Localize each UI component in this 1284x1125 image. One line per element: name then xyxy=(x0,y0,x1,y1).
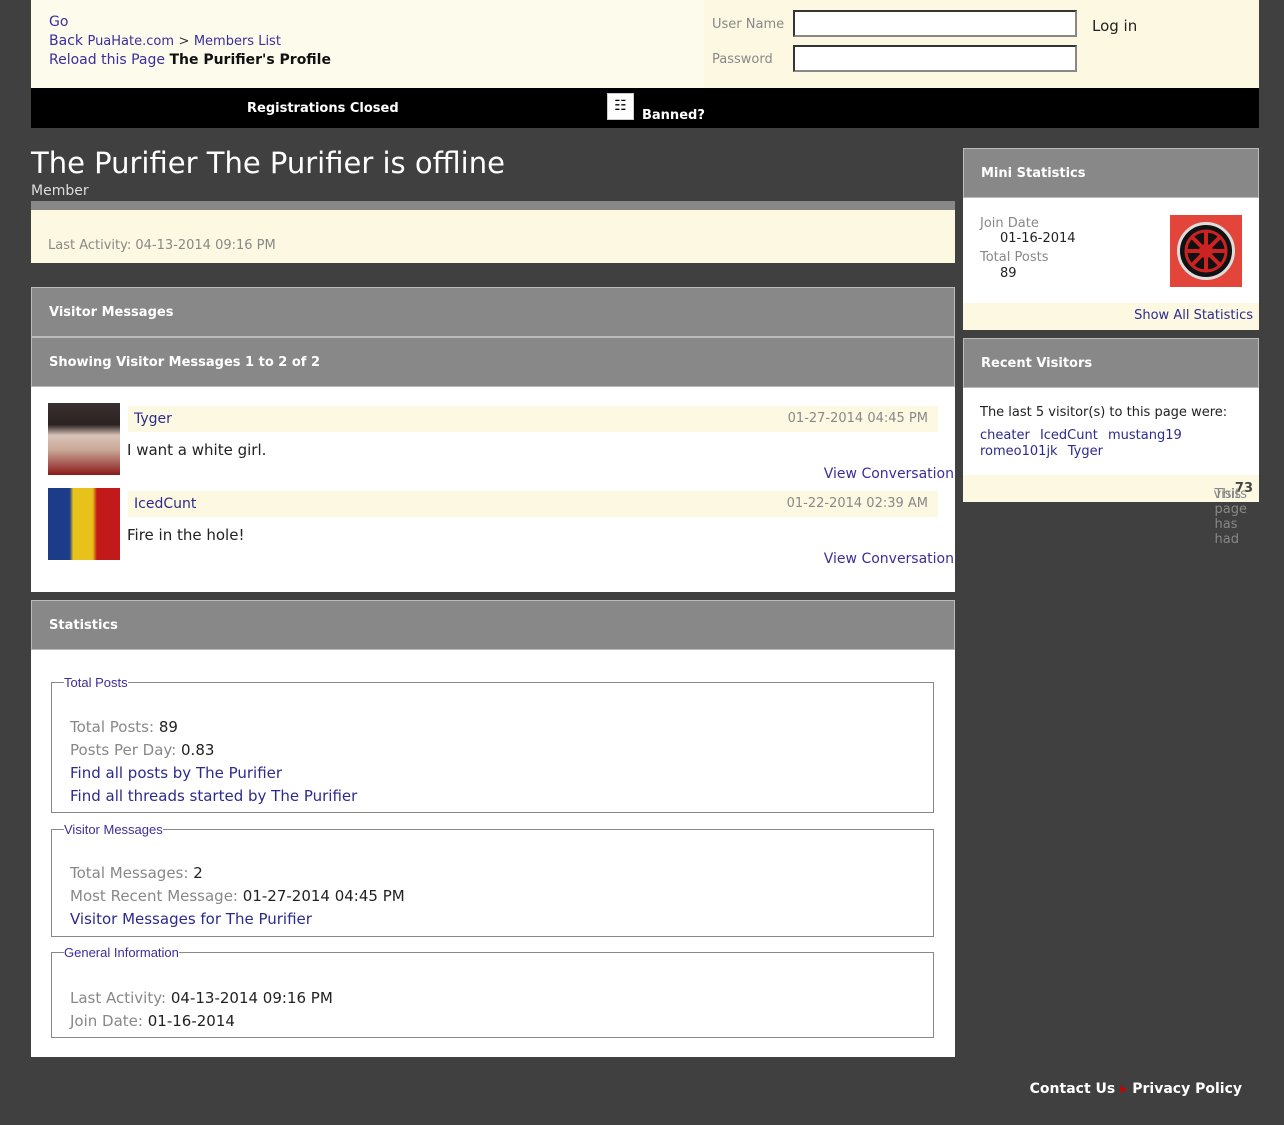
visitor-link[interactable]: cheater xyxy=(980,428,1030,443)
stat-value: 01-27-2014 04:45 PM xyxy=(242,887,405,905)
stat-label: Join Date: xyxy=(70,1012,143,1030)
stat-label: Total Posts: xyxy=(70,718,155,736)
footer: Contact Us ▸ Privacy Policy xyxy=(1030,1081,1242,1097)
find-posts-link[interactable]: Find all posts by The Purifier xyxy=(70,764,282,782)
view-conversation-link[interactable]: View Conversation xyxy=(824,551,954,567)
find-threads-link[interactable]: Find all threads started by The Purifier xyxy=(70,787,357,805)
message-date: 01-27-2014 04:45 PM xyxy=(787,411,928,426)
view-conversation-link[interactable]: View Conversation xyxy=(824,466,954,482)
statistics-title: Statistics xyxy=(31,600,955,650)
ban-icon[interactable]: ☷ xyxy=(607,93,634,120)
message-author[interactable]: Tyger xyxy=(134,411,172,427)
general-info-group: General Information Last Activity: 04-13… xyxy=(51,945,934,1038)
join-date-label: Join Date xyxy=(980,216,1039,231)
visitor-messages-group: Visitor Messages Total Messages: 2 Most … xyxy=(51,822,934,937)
visitor-messages-legend: Visitor Messages xyxy=(64,822,163,837)
total-posts-legend: Total Posts xyxy=(64,675,128,690)
total-posts-group: Total Posts Total Posts: 89 Posts Per Da… xyxy=(51,675,934,813)
visitor-link[interactable]: romeo101jk xyxy=(980,444,1058,459)
show-all-statistics-link[interactable]: Show All Statistics xyxy=(1134,308,1253,323)
login-button[interactable]: Log in xyxy=(1092,17,1137,35)
crumb-separator: > xyxy=(178,34,190,49)
go-link[interactable]: Go xyxy=(49,14,68,30)
recent-visitors-intro: The last 5 visitor(s) to this page were: xyxy=(980,405,1228,420)
mini-statistics-panel: Mini Statistics Join Date 01-16-2014 Tot… xyxy=(963,148,1259,330)
crumb-members[interactable]: Members List xyxy=(194,34,281,49)
banned-link[interactable]: Banned? xyxy=(642,108,705,123)
profile-rank: Member xyxy=(31,183,89,199)
stat-value: 2 xyxy=(193,864,203,882)
visitor-messages-count: Showing Visitor Messages 1 to 2 of 2 xyxy=(31,337,955,387)
username-input[interactable] xyxy=(793,10,1077,37)
login-form: User Name Password Log in xyxy=(704,0,1259,88)
recent-visitors-title: Recent Visitors xyxy=(963,338,1259,388)
password-label: Password xyxy=(712,52,773,67)
mini-statistics-footer: Show All Statistics xyxy=(963,303,1259,330)
privacy-policy-link[interactable]: Privacy Policy xyxy=(1132,1081,1242,1097)
recent-visitors-panel: Recent Visitors The last 5 visitor(s) to… xyxy=(963,338,1259,547)
visitor-messages-panel: Visitor Messages Showing Visitor Message… xyxy=(31,287,955,592)
message-meta: IcedCunt 01-22-2014 02:39 AM xyxy=(128,491,938,517)
stat-label: Posts Per Day: xyxy=(70,741,177,759)
activity-bar: Last Activity: 04-13-2014 09:16 PM xyxy=(31,201,955,263)
visit-counter: This page has had 73 visits xyxy=(963,475,1259,547)
last-activity: Last Activity: 04-13-2014 09:16 PM xyxy=(48,238,276,253)
avatar[interactable] xyxy=(48,403,120,475)
profile-name: The Purifier The Purifier is offline xyxy=(31,146,505,180)
page-title: The Purifier's Profile xyxy=(169,52,331,68)
crumb-site[interactable]: PuaHate.com xyxy=(87,34,174,49)
stat-label: Last Activity: xyxy=(70,989,167,1007)
recent-visitors-list: cheater IcedCunt mustang19 romeo101jk Ty… xyxy=(980,428,1250,460)
stat-label: Total Messages: xyxy=(70,864,189,882)
visitor-link[interactable]: mustang19 xyxy=(1108,428,1182,443)
breadcrumb: Go Back PuaHate.com > Members List Reloa… xyxy=(49,13,331,70)
stat-value: 01-16-2014 xyxy=(147,1012,235,1030)
general-info-legend: General Information xyxy=(64,945,179,960)
stat-value: 89 xyxy=(158,718,178,736)
footer-separator: ▸ xyxy=(1120,1081,1128,1097)
registrations-closed[interactable]: Registrations Closed xyxy=(247,101,399,116)
visits-suffix: visits xyxy=(1213,487,1247,502)
stat-label: Most Recent Message: xyxy=(70,887,238,905)
visitor-link[interactable]: IcedCunt xyxy=(1040,428,1098,443)
message-text: I want a white girl. xyxy=(127,441,267,459)
message-date: 01-22-2014 02:39 AM xyxy=(786,496,928,511)
total-posts-value: 89 xyxy=(1000,266,1017,281)
visitor-link[interactable]: Tyger xyxy=(1068,444,1103,459)
stat-value: 0.83 xyxy=(181,741,215,759)
message-text: Fire in the hole! xyxy=(127,526,245,544)
mini-statistics-title: Mini Statistics xyxy=(963,148,1259,198)
empire-emblem-icon xyxy=(1177,222,1235,280)
back-link[interactable]: Back xyxy=(49,33,83,49)
visitor-messages-link[interactable]: Visitor Messages for The Purifier xyxy=(70,910,312,928)
message-meta: Tyger 01-27-2014 04:45 PM xyxy=(128,406,938,432)
navbar: Registrations Closed ☷ Banned? xyxy=(31,88,1259,128)
stat-value: 04-13-2014 09:16 PM xyxy=(170,989,333,1007)
join-date-value: 01-16-2014 xyxy=(1000,231,1076,246)
profile-logo xyxy=(1170,215,1242,287)
password-input[interactable] xyxy=(793,45,1077,72)
visitor-messages-title: Visitor Messages xyxy=(31,287,955,337)
message-author[interactable]: IcedCunt xyxy=(134,496,196,512)
username-label: User Name xyxy=(712,17,785,32)
reload-link[interactable]: Reload this Page xyxy=(49,52,165,68)
contact-us-link[interactable]: Contact Us xyxy=(1030,1081,1116,1097)
statistics-panel: Statistics Total Posts Total Posts: 89 P… xyxy=(31,600,955,1057)
avatar[interactable] xyxy=(48,488,120,560)
top-header: Go Back PuaHate.com > Members List Reloa… xyxy=(31,0,1259,88)
total-posts-label: Total Posts xyxy=(980,250,1049,265)
